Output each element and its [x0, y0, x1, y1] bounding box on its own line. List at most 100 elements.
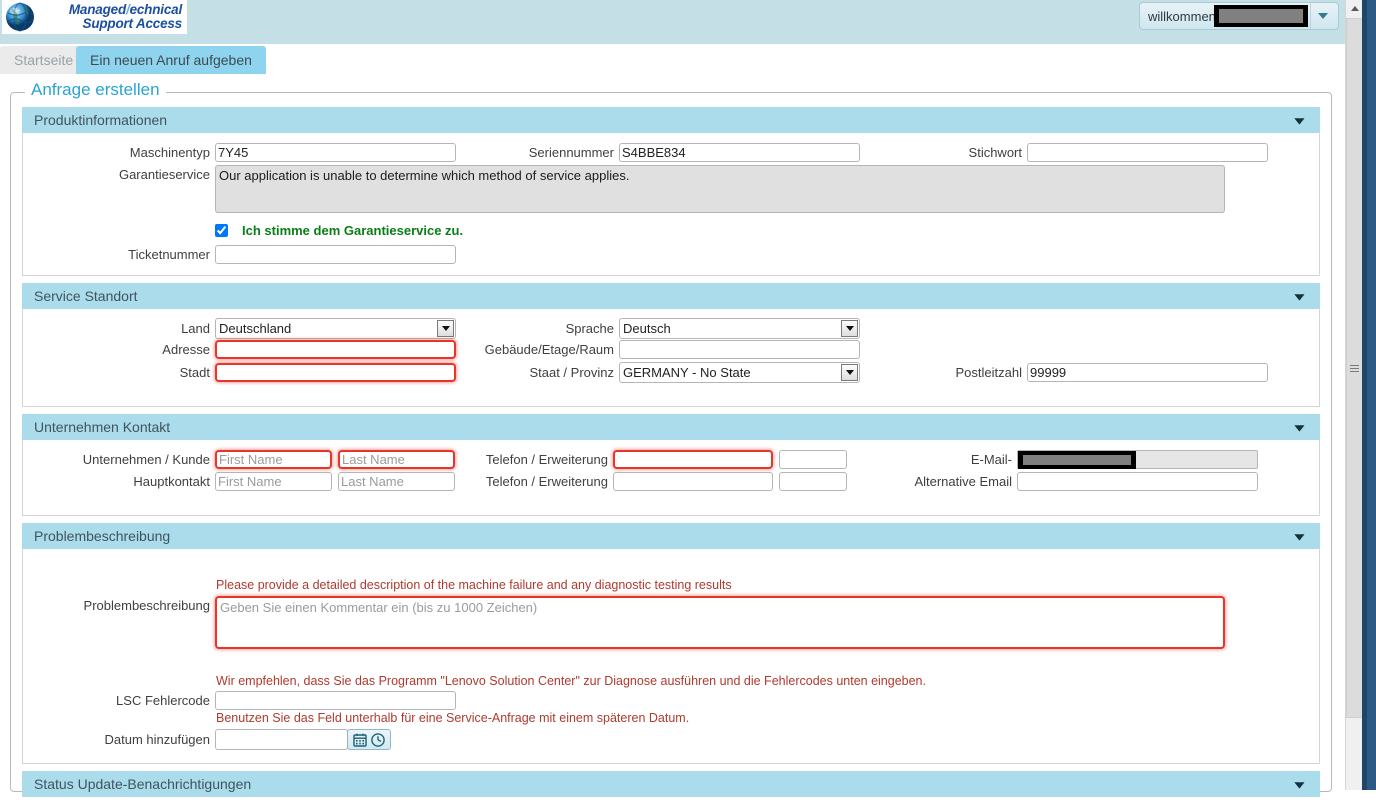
- agree-warranty-label: Ich stimme dem Garantieservice zu.: [242, 223, 464, 238]
- country-select[interactable]: Deutschland: [215, 318, 456, 339]
- scroll-up-button[interactable]: [1346, 0, 1363, 17]
- logo-word-technical: echnical: [129, 1, 183, 17]
- language-select-wrapper[interactable]: Deutsch: [619, 318, 860, 339]
- calendar-icon[interactable]: [352, 732, 368, 748]
- app-logo: Managed/echnical Support Access: [2, 0, 187, 34]
- country-select-wrapper[interactable]: Deutschland: [215, 318, 456, 339]
- label-lsc-fehlercode: LSC Fehlercode: [116, 693, 210, 708]
- scroll-up-arrow-icon: [1350, 6, 1359, 11]
- maincontact-last-name-input[interactable]: [338, 472, 455, 491]
- company-first-name-input[interactable]: [215, 450, 332, 469]
- city-input[interactable]: [215, 363, 456, 382]
- label-stadt: Stadt: [179, 365, 210, 380]
- label-email: E-Mail-: [970, 452, 1012, 467]
- language-select[interactable]: Deutsch: [619, 318, 860, 339]
- building-floor-room-input[interactable]: [619, 340, 860, 359]
- label-hauptkontakt: Hauptkontakt: [133, 474, 210, 489]
- label-seriennummer: Seriennummer: [528, 145, 614, 160]
- phone-primary-input[interactable]: [613, 450, 773, 469]
- panel-service-standort: Service Standort ▼ Land Deutschland Spra…: [22, 283, 1320, 407]
- warranty-service-textarea[interactable]: Our application is unable to determine w…: [215, 165, 1225, 213]
- label-telefon-erweiterung-2: Telefon / Erweiterung: [485, 474, 608, 489]
- tab-neuen-anruf-aufgeben[interactable]: Ein neuen Anruf aufgeben: [76, 46, 266, 74]
- chevron-down-icon[interactable]: ▼: [1291, 778, 1308, 789]
- label-staat-provinz: Staat / Provinz: [529, 365, 614, 380]
- logo-word-managed: Managed: [68, 1, 126, 17]
- email-redacted: [1018, 450, 1136, 469]
- chevron-down-icon[interactable]: ▼: [1291, 421, 1308, 432]
- chevron-down-icon[interactable]: ▼: [1291, 530, 1308, 541]
- panel-unternehmen-kontakt: Unternehmen Kontakt ▼ Unternehmen / Kund…: [22, 414, 1320, 516]
- machine-type-input[interactable]: [215, 143, 456, 162]
- panel-header-service-standort[interactable]: Service Standort ▼: [22, 283, 1320, 309]
- email-field[interactable]: [1017, 450, 1258, 469]
- postal-code-input[interactable]: [1027, 363, 1268, 382]
- state-select-wrapper[interactable]: GERMANY - No State: [619, 362, 860, 383]
- label-stichwort: Stichwort: [968, 145, 1022, 160]
- panel-body-service-standort: Land Deutschland Sprache Deutsch Adresse…: [22, 309, 1320, 407]
- serial-number-input[interactable]: [619, 143, 860, 162]
- maincontact-first-name-input[interactable]: [215, 472, 332, 491]
- label-postleitzahl: Postleitzahl: [955, 365, 1022, 380]
- alternative-email-input[interactable]: [1017, 472, 1258, 491]
- company-last-name-input[interactable]: [338, 450, 455, 469]
- label-maschinentyp: Maschinentyp: [129, 145, 210, 160]
- form-content: Produktinformationen ▼ Maschinentyp Seri…: [22, 107, 1320, 804]
- lsc-error-code-input[interactable]: [215, 691, 456, 710]
- user-menu[interactable]: willkommen: [1139, 2, 1339, 30]
- welcome-label: willkommen: [1148, 8, 1216, 24]
- label-sprache: Sprache: [565, 321, 614, 336]
- hint-lsc-diagnostic: Wir empfehlen, dass Sie das Programm "Le…: [216, 674, 926, 688]
- user-menu-chevron[interactable]: [1309, 3, 1336, 29]
- problem-description-textarea[interactable]: [215, 596, 1225, 649]
- scrollbar-grip-icon: [1350, 363, 1359, 374]
- page-scrollbar[interactable]: [1345, 0, 1363, 790]
- panel-title-unternehmen-kontakt: Unternehmen Kontakt: [34, 419, 171, 435]
- panel-body-unternehmen-kontakt: Unternehmen / Kunde Telefon / Erweiterun…: [22, 440, 1320, 516]
- panel-header-problembeschreibung[interactable]: Problembeschreibung ▼: [22, 523, 1320, 549]
- phone-secondary-input[interactable]: [613, 472, 773, 491]
- username-redacted: [1213, 5, 1308, 27]
- panel-title-produktinformationen: Produktinformationen: [34, 112, 168, 128]
- state-province-select[interactable]: GERMANY - No State: [619, 362, 860, 383]
- clock-icon[interactable]: [370, 732, 386, 748]
- panel-title-problembeschreibung: Problembeschreibung: [34, 528, 171, 544]
- label-problembeschreibung: Problembeschreibung: [83, 598, 210, 613]
- chevron-down-icon[interactable]: ▼: [1291, 114, 1308, 125]
- panel-title-service-standort: Service Standort: [34, 288, 138, 304]
- keyword-input[interactable]: [1027, 143, 1268, 162]
- hint-future-date: Benutzen Sie das Feld unterhalb für eine…: [216, 711, 690, 725]
- tab-bar: Startseite Ein neuen Anruf aufgeben: [0, 44, 1345, 76]
- panel-header-status-update[interactable]: Status Update-Benachrichtigungen ▼: [22, 771, 1320, 797]
- scrollbar-thumb[interactable]: [1346, 18, 1363, 718]
- label-alternative-email: Alternative Email: [914, 474, 1012, 489]
- chevron-down-icon[interactable]: ▼: [1291, 290, 1308, 301]
- label-datum-hinzufuegen: Datum hinzufügen: [104, 732, 210, 747]
- label-garantieservice: Garantieservice: [118, 167, 210, 182]
- label-unternehmen-kunde: Unternehmen / Kunde: [82, 452, 210, 467]
- label-land: Land: [181, 321, 210, 336]
- date-input[interactable]: [215, 729, 348, 750]
- agree-warranty-checkbox[interactable]: [215, 224, 228, 237]
- logo-line-2: Support Access: [82, 16, 183, 31]
- panel-header-unternehmen-kontakt[interactable]: Unternehmen Kontakt ▼: [22, 414, 1320, 440]
- ticket-number-input[interactable]: [215, 245, 456, 264]
- label-gebaeude-etage-raum: Gebäude/Etage/Raum: [484, 342, 614, 357]
- chevron-down-icon: [1318, 13, 1329, 19]
- label-adresse: Adresse: [162, 342, 210, 357]
- globe-icon: [4, 1, 38, 33]
- panel-status-update-benachrichtigungen: Status Update-Benachrichtigungen ▼: [22, 771, 1320, 797]
- panel-body-produktinformationen: Maschinentyp Seriennummer Stichwort Gara…: [22, 133, 1320, 276]
- address-input[interactable]: [215, 340, 456, 359]
- create-request-fieldset: Anfrage erstellen Produktinformationen ▼…: [10, 80, 1332, 797]
- panel-body-problembeschreibung: Please provide a detailed description of…: [22, 549, 1320, 764]
- phone-primary-ext-input[interactable]: [779, 450, 847, 469]
- logo-line-1: Managed/echnical: [40, 1, 183, 17]
- panel-produktinformationen: Produktinformationen ▼ Maschinentyp Seri…: [22, 107, 1320, 276]
- window-edge-inner: [1362, 0, 1367, 790]
- label-telefon-erweiterung-1: Telefon / Erweiterung: [485, 452, 608, 467]
- date-picker-buttons[interactable]: [347, 729, 391, 750]
- phone-secondary-ext-input[interactable]: [779, 472, 847, 491]
- panel-header-produktinformationen[interactable]: Produktinformationen ▼: [22, 107, 1320, 133]
- tab-startseite[interactable]: Startseite: [0, 46, 88, 74]
